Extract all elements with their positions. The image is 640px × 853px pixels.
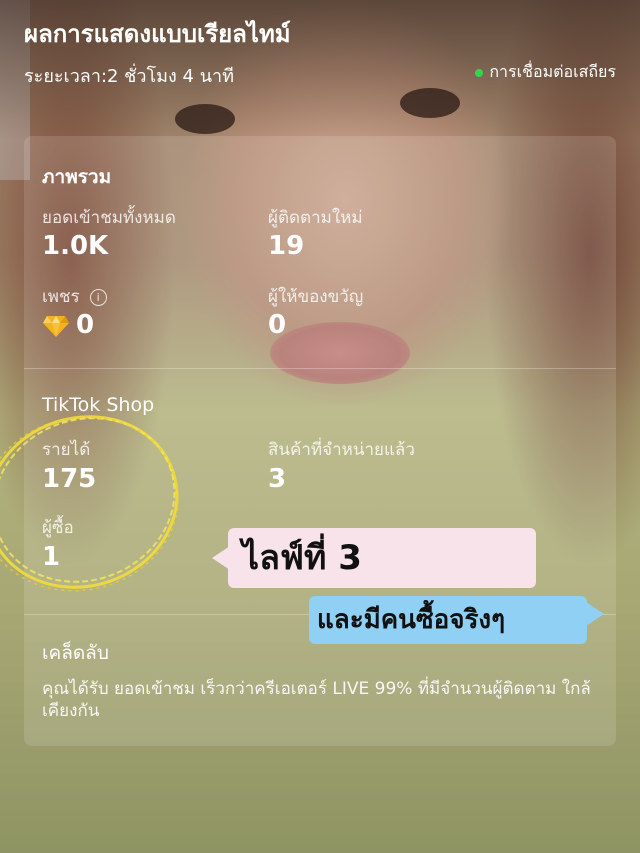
total-views-value: 1.0K [42, 231, 109, 261]
section-divider [24, 368, 616, 369]
connection-status: การเชื่อมต่อเสถียร [475, 60, 616, 85]
sticker-real-buyer: และมีคนซื้อจริงๆ [309, 596, 587, 644]
tip-section-title: เคล็ดลับ [42, 642, 109, 664]
diamonds-label-row: เพชร i [42, 283, 107, 310]
overview-section-title: ภาพรวม [42, 166, 112, 188]
new-followers-label: ผู้ติดตามใหม่ [268, 208, 363, 228]
new-followers-value: 19 [268, 231, 305, 261]
connection-status-label: การเชื่อมต่อเสถียร [489, 62, 616, 81]
face-eye-right [400, 88, 460, 118]
highlight-circle-icon [0, 415, 180, 592]
status-dot-icon [475, 68, 484, 77]
diamond-icon [43, 315, 69, 337]
diamonds-value: 0 [76, 310, 95, 340]
sticker-tail [586, 602, 604, 626]
face-eye-left [175, 104, 235, 134]
info-icon[interactable]: i [89, 288, 107, 306]
products-sold-label: สินค้าที่จำหน่ายแล้ว [268, 440, 415, 460]
live-duration: ระยะเวลา:2 ชั่วโมง 4 นาที [24, 66, 235, 87]
gifters-label: ผู้ให้ของขวัญ [268, 287, 364, 307]
total-views-label: ยอดเข้าชมทั้งหมด [42, 208, 176, 228]
sticker-live-number: ไลฟ์ที่ 3 [228, 528, 536, 588]
gifters-value: 0 [268, 310, 287, 340]
diamonds-label: เพชร [42, 287, 80, 307]
tip-text: คุณได้รับ ยอดเข้าชม เร็วกว่าครีเอเตอร์ L… [42, 679, 591, 721]
diamonds-value-row: 0 [42, 310, 94, 340]
products-sold-value: 3 [268, 464, 287, 494]
page-title: ผลการแสดงแบบเรียลไทม์ [24, 20, 291, 48]
